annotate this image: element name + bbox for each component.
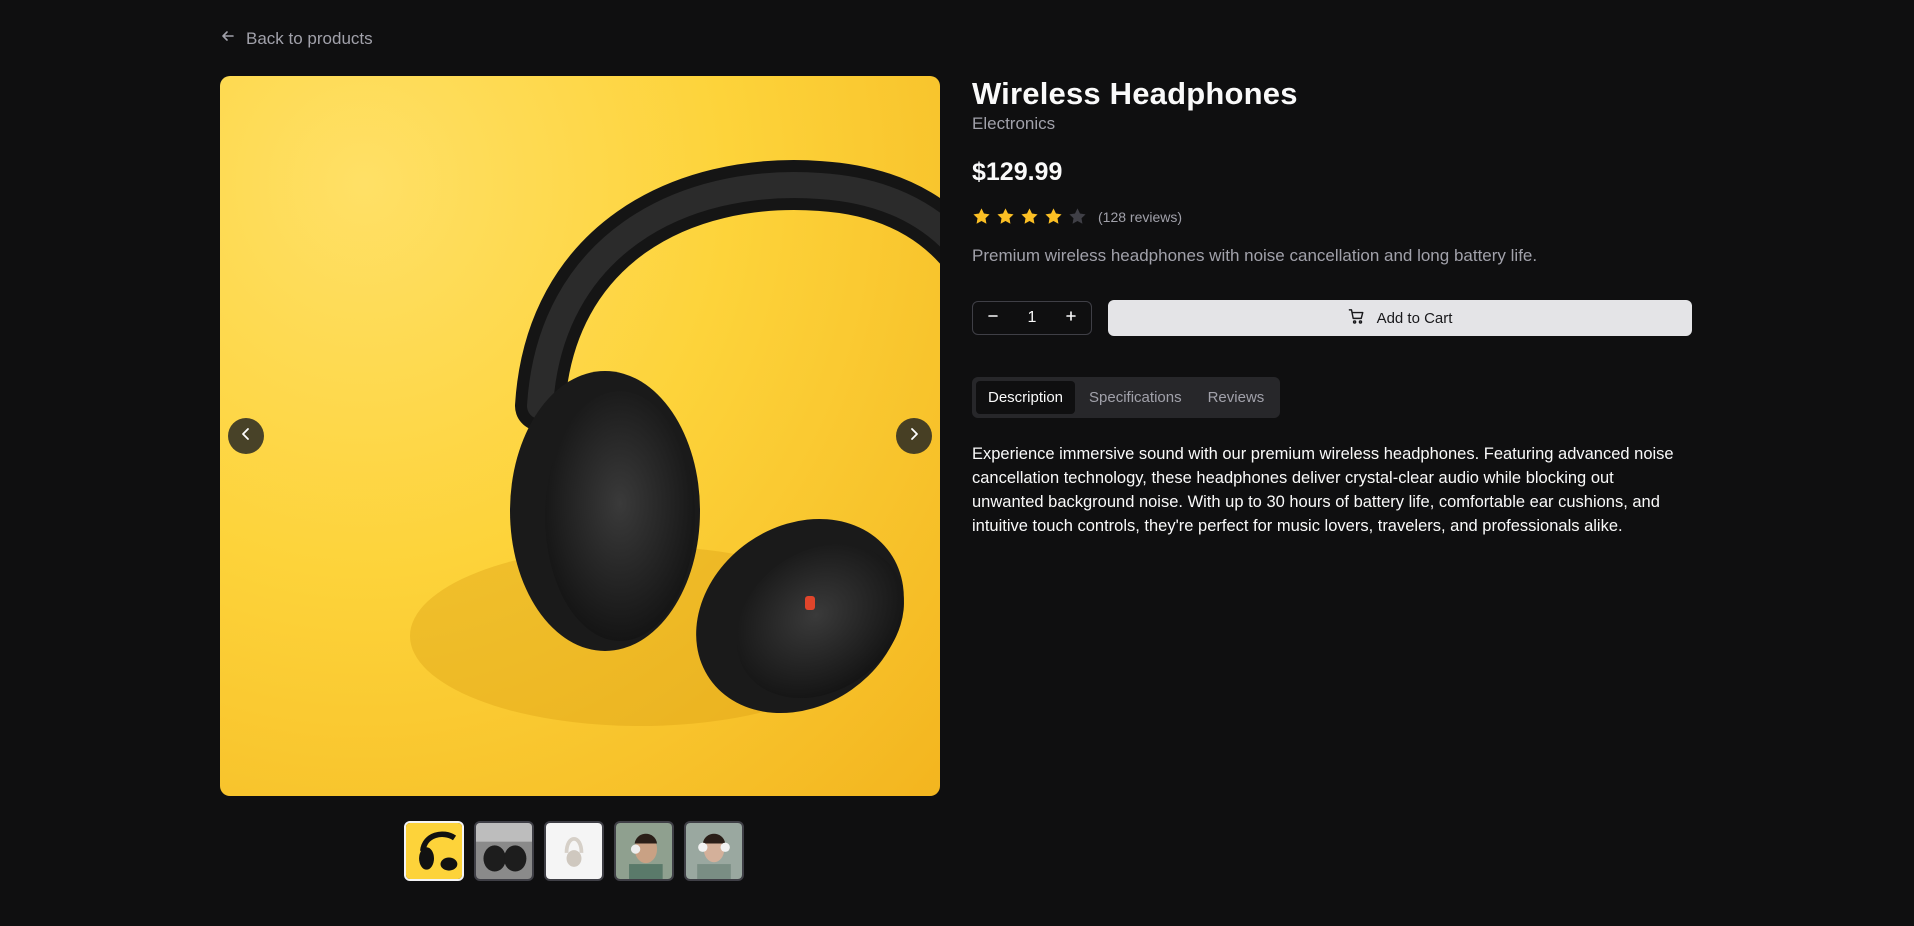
thumbnail-5[interactable] — [684, 821, 744, 881]
tab-description[interactable]: Description — [976, 381, 1076, 414]
thumbnail-strip — [404, 821, 744, 881]
product-long-description: Experience immersive sound with our prem… — [972, 445, 1674, 535]
decrease-quantity-button[interactable] — [973, 302, 1013, 334]
quantity-value[interactable]: 1 — [1013, 309, 1051, 327]
back-link-label: Back to products — [246, 28, 373, 48]
purchase-actions: 1 Add to Cart — [972, 300, 1692, 336]
arrow-left-icon — [220, 28, 236, 49]
next-image-button[interactable] — [896, 418, 932, 454]
back-to-products-link[interactable]: Back to products — [220, 28, 373, 49]
product-title: Wireless Headphones — [972, 76, 1298, 111]
plus-icon — [1064, 309, 1078, 328]
star-filled-icon — [997, 208, 1014, 224]
tab-reviews[interactable]: Reviews — [1196, 381, 1277, 414]
tab-specifications[interactable]: Specifications — [1077, 381, 1194, 414]
thumbnail-1[interactable] — [404, 821, 464, 881]
star-filled-icon — [973, 208, 990, 224]
thumbnail-4[interactable] — [614, 821, 674, 881]
reviews-count: (128 reviews) — [1098, 208, 1183, 225]
minus-icon — [986, 309, 1000, 328]
star-empty-icon — [1069, 208, 1086, 224]
thumbnail-3[interactable] — [544, 821, 604, 881]
thumbnail-2[interactable] — [474, 821, 534, 881]
product-rating: (128 reviews) — [972, 207, 1692, 226]
shopping-cart-icon — [1348, 308, 1365, 329]
quantity-stepper: 1 — [972, 301, 1092, 335]
add-to-cart-label: Add to Cart — [1376, 309, 1453, 327]
rating-stars — [972, 207, 1087, 226]
product-tabs: Description Specifications Reviews — [972, 377, 1281, 418]
chevron-left-icon — [239, 427, 253, 446]
add-to-cart-button[interactable]: Add to Cart — [1108, 300, 1692, 336]
product-short-description: Premium wireless headphones with noise c… — [972, 246, 1538, 265]
increase-quantity-button[interactable] — [1051, 302, 1091, 334]
product-price: $129.99 — [972, 158, 1063, 186]
chevron-right-icon — [907, 427, 921, 446]
star-filled-icon — [1045, 208, 1062, 224]
star-filled-icon — [1021, 208, 1038, 224]
previous-image-button[interactable] — [228, 418, 264, 454]
product-info-panel: Wireless Headphones Electronics $129.99 … — [972, 76, 1692, 538]
product-category: Electronics — [972, 114, 1056, 133]
product-main-image — [220, 76, 940, 796]
